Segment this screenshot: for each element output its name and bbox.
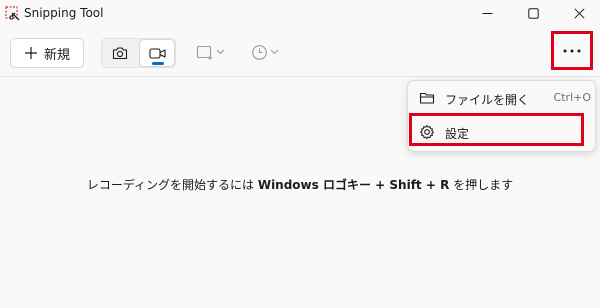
hint-plus: + [421,178,441,192]
hint-key: Shift [389,178,422,192]
recording-hint: レコーディングを開始するには Windows ロゴキー + Shift + R … [0,176,600,193]
menu-item-open-file[interactable]: ファイルを開く Ctrl+O [412,83,591,113]
chevron-down-icon [270,49,279,55]
camera-icon [112,47,128,60]
menu-item-label: ファイルを開く [445,93,530,107]
photo-mode-button[interactable] [102,39,138,67]
chevron-down-icon [216,49,225,55]
minimize-button[interactable] [464,0,510,26]
folder-icon [419,92,435,104]
hint-part: を押します [449,178,514,192]
capture-mode-toggle [101,38,176,68]
maximize-button[interactable] [510,0,556,26]
plus-icon [24,47,37,59]
more-button-highlight [551,31,593,70]
window-title: Snipping Tool [24,6,104,20]
title-bar: Snipping Tool [0,0,600,26]
new-snip-label: 新規 [43,47,70,63]
snipping-tool-app-icon [5,6,20,21]
snipping-tool-window: Snipping Tool 新規 レコーディングを開始するには Windows … [0,0,600,308]
hint-key: R [440,178,450,192]
snip-shape-dropdown[interactable] [196,40,225,64]
maximize-icon [527,7,539,19]
hint-part: レコーディングを開始するには [86,178,258,192]
toolbar: 新規 [0,26,600,77]
new-snip-button[interactable]: 新規 [10,38,84,68]
video-mode-button[interactable] [139,39,175,67]
clock-icon [252,44,267,60]
selected-mode-indicator [152,62,164,65]
timer-dropdown[interactable] [251,40,279,64]
menu-item-shortcut: Ctrl+O [553,91,591,104]
hint-key: Windows ロゴキー [257,178,371,192]
video-camera-icon [148,47,166,59]
rectangle-snip-icon [196,45,212,60]
hint-plus: + [370,178,390,192]
close-button[interactable] [556,0,600,26]
minimize-icon [482,12,492,14]
close-icon [573,7,585,19]
settings-item-highlight [409,113,584,146]
